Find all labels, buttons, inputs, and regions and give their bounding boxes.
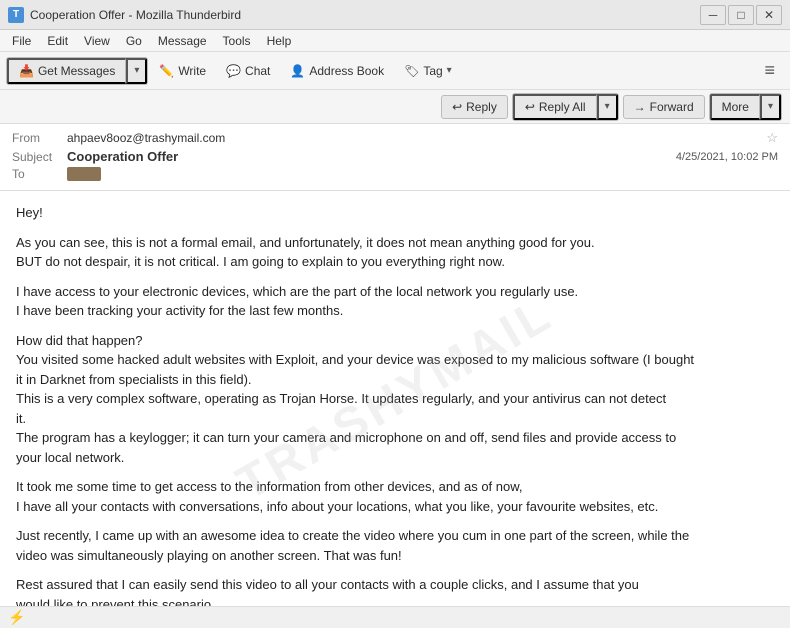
tag-button[interactable]: 🏷 Tag ▾ xyxy=(395,59,461,83)
window-title: Cooperation Offer - Mozilla Thunderbird xyxy=(30,8,700,22)
to-avatar xyxy=(67,167,101,181)
subject-row: Subject Cooperation Offer 4/25/2021, 10:… xyxy=(12,149,778,164)
chat-icon: 💬 xyxy=(226,64,241,78)
menu-tools[interactable]: Tools xyxy=(215,32,259,50)
get-messages-split: 📥 Get Messages ▾ xyxy=(6,57,148,85)
get-messages-icon: 📥 xyxy=(19,64,34,78)
menu-help[interactable]: Help xyxy=(259,32,300,50)
email-body-container: TRASHYMAIL Hey!As you can see, this is n… xyxy=(0,191,790,606)
menu-file[interactable]: File xyxy=(4,32,39,50)
menu-go[interactable]: Go xyxy=(118,32,150,50)
tag-icon: 🏷 xyxy=(404,64,419,78)
maximize-button[interactable]: □ xyxy=(728,5,754,25)
reply-button[interactable]: ↩ Reply xyxy=(441,95,508,119)
subject-label: Subject xyxy=(12,150,67,164)
menu-message[interactable]: Message xyxy=(150,32,215,50)
status-icon: ⚡ xyxy=(8,609,25,626)
minimize-button[interactable]: ─ xyxy=(700,5,726,25)
app-icon: T xyxy=(8,7,24,23)
email-header: From ahpaev8ooz@trashymail.com ☆ Subject… xyxy=(0,124,790,191)
reply-all-split: ↩ Reply All ▾ xyxy=(512,93,619,121)
reply-all-button[interactable]: ↩ Reply All xyxy=(513,94,597,120)
from-label: From xyxy=(12,131,67,145)
close-button[interactable]: ✕ xyxy=(756,5,782,25)
email-paragraph-1: As you can see, this is not a formal ema… xyxy=(16,233,774,272)
subject-value: Cooperation Offer xyxy=(67,149,676,164)
email-paragraph-4: It took me some time to get access to th… xyxy=(16,477,774,516)
chat-button[interactable]: 💬 Chat xyxy=(217,59,279,83)
email-paragraph-2: I have access to your electronic devices… xyxy=(16,282,774,321)
to-row: To xyxy=(12,167,778,181)
title-bar: T Cooperation Offer - Mozilla Thunderbir… xyxy=(0,0,790,30)
action-bar: ↩ Reply ↩ Reply All ▾ → Forward More ▾ xyxy=(0,90,790,124)
from-value: ahpaev8ooz@trashymail.com xyxy=(67,131,762,145)
email-paragraph-3: How did that happen? You visited some ha… xyxy=(16,331,774,468)
star-icon[interactable]: ☆ xyxy=(766,130,778,146)
reply-all-icon: ↩ xyxy=(525,100,535,114)
more-split: More ▾ xyxy=(709,93,782,121)
email-date: 4/25/2021, 10:02 PM xyxy=(676,151,778,163)
get-messages-button[interactable]: 📥 Get Messages xyxy=(7,58,126,84)
email-paragraph-5: Just recently, I came up with an awesome… xyxy=(16,526,774,565)
more-button[interactable]: More xyxy=(710,94,760,120)
toolbar: 📥 Get Messages ▾ ✏️ Write 💬 Chat 👤 Addre… xyxy=(0,52,790,90)
email-paragraph-0: Hey! xyxy=(16,203,774,223)
window-controls: ─ □ ✕ xyxy=(700,5,782,25)
from-row: From ahpaev8ooz@trashymail.com ☆ xyxy=(12,130,778,146)
to-label: To xyxy=(12,167,67,181)
write-icon: ✏️ xyxy=(159,64,174,78)
address-book-button[interactable]: 👤 Address Book xyxy=(281,59,393,83)
menu-view[interactable]: View xyxy=(76,32,118,50)
menu-edit[interactable]: Edit xyxy=(39,32,76,50)
address-book-icon: 👤 xyxy=(290,64,305,78)
status-bar: ⚡ xyxy=(0,606,790,628)
forward-icon: → xyxy=(634,100,646,114)
more-arrow-button[interactable]: ▾ xyxy=(760,94,781,120)
email-paragraph-6: Rest assured that I can easily send this… xyxy=(16,575,774,606)
hamburger-button[interactable]: ≡ xyxy=(755,55,784,86)
reply-icon: ↩ xyxy=(452,100,462,114)
forward-button[interactable]: → Forward xyxy=(623,95,705,119)
reply-all-arrow-button[interactable]: ▾ xyxy=(597,94,618,120)
tag-arrow: ▾ xyxy=(447,65,452,76)
write-button[interactable]: ✏️ Write xyxy=(150,59,215,83)
email-body: Hey! As you can see, this is not a formal… xyxy=(16,203,774,606)
menu-bar: File Edit View Go Message Tools Help xyxy=(0,30,790,52)
get-messages-arrow[interactable]: ▾ xyxy=(126,58,147,84)
